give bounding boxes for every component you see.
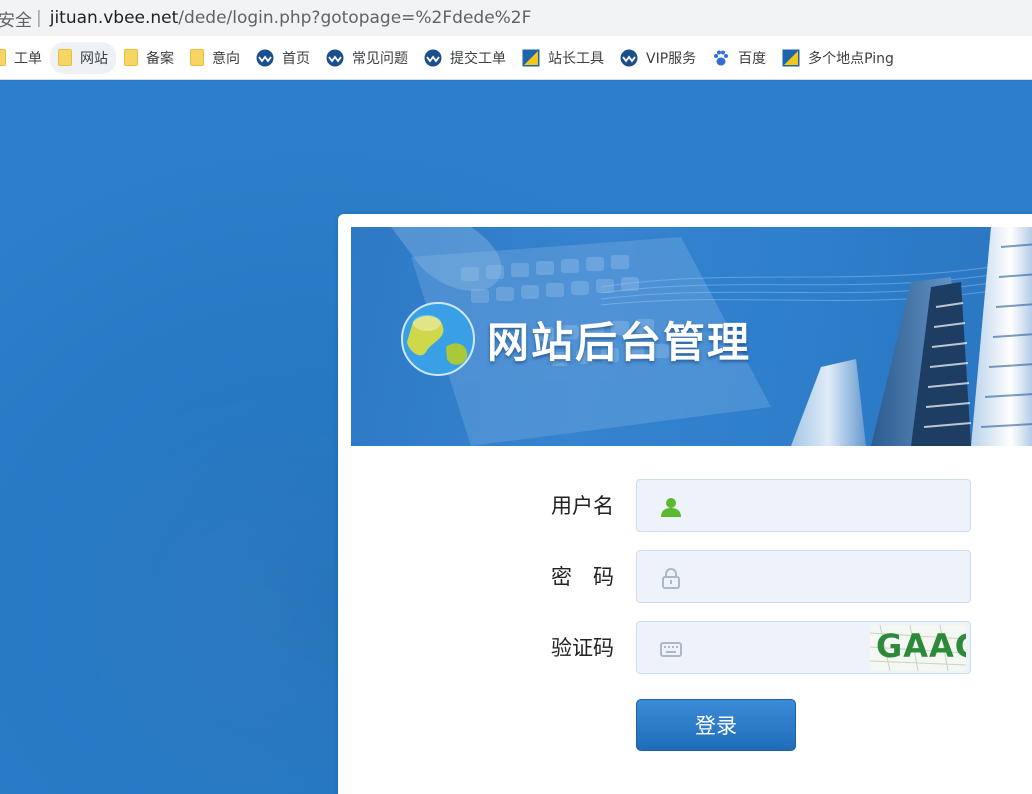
security-label: 安全 (0, 10, 32, 31)
bookmark-baidu[interactable]: 百度 (704, 42, 774, 74)
lock-icon (662, 567, 680, 589)
bookmark-gongdan[interactable]: 工单 (0, 42, 50, 74)
captcha-label: 验证码 (551, 636, 614, 660)
username-input[interactable] (697, 490, 927, 522)
folder-icon (58, 49, 72, 66)
url-path: /dede/login.php?gotopage=%2Fdede%2F (178, 8, 532, 28)
password-input[interactable] (697, 561, 927, 593)
bookmark-faq[interactable]: 常见问题 (318, 42, 416, 74)
password-label: 密 码 (551, 565, 614, 589)
folder-icon (190, 49, 204, 66)
bookmark-wangzhan[interactable]: 网站 (50, 41, 116, 74)
bookmark-label: 多个地点Ping (808, 50, 894, 67)
username-label: 用户名 (551, 494, 614, 518)
site-favicon (620, 49, 638, 66)
bookmark-yixiang[interactable]: 意向 (182, 42, 248, 74)
bookmark-submit-ticket[interactable]: 提交工单 (416, 42, 514, 74)
site-favicon (326, 49, 344, 66)
bookmark-home[interactable]: 首页 (248, 42, 318, 74)
captcha-text: GAAG (876, 627, 966, 665)
chinaz-favicon (782, 49, 800, 66)
banner-title: 网站后台管理 (487, 318, 752, 367)
bookmark-label: 常见问题 (352, 50, 408, 67)
chinaz-favicon (522, 49, 540, 66)
captcha-input[interactable] (697, 632, 857, 664)
user-icon (661, 498, 681, 517)
bookmark-label: 意向 (212, 50, 240, 67)
login-button[interactable]: 登录 (636, 699, 796, 751)
username-field[interactable] (636, 479, 971, 532)
url-separator: | (36, 8, 42, 28)
keyboard-icon (660, 642, 682, 657)
site-favicon (424, 49, 442, 66)
bookmark-label: 工单 (14, 50, 42, 67)
bookmark-label: 提交工单 (450, 50, 506, 67)
bookmark-webmaster-tools[interactable]: 站长工具 (514, 42, 612, 74)
site-favicon (256, 49, 274, 66)
bookmark-multi-ping[interactable]: 多个地点Ping (774, 42, 902, 74)
bookmarks-bar: 工单 网站 备案 意向 首页 常见问题 提交工单 站长工具 VIP服务 百度 多… (0, 36, 1032, 80)
captcha-image[interactable]: GAAG (870, 625, 966, 671)
baidu-paw-icon (714, 50, 729, 65)
globe-icon (401, 302, 475, 376)
bookmark-label: VIP服务 (646, 50, 697, 67)
url-host: jituan.vbee.net (49, 8, 179, 28)
folder-icon (0, 49, 6, 66)
bookmark-label: 备案 (146, 50, 174, 67)
bookmark-label: 网站 (80, 50, 108, 67)
folder-icon (124, 49, 138, 66)
bookmark-vip[interactable]: VIP服务 (612, 42, 704, 74)
bookmark-label: 百度 (738, 50, 767, 67)
bookmark-label: 首页 (282, 50, 310, 67)
bookmark-label: 站长工具 (548, 50, 604, 67)
bookmark-beian[interactable]: 备案 (116, 42, 182, 74)
password-field[interactable] (636, 550, 971, 603)
address-bar[interactable]: 安全 | jituan.vbee.net /dede/login.php?got… (0, 0, 1032, 36)
buildings-graphic (791, 227, 1032, 446)
